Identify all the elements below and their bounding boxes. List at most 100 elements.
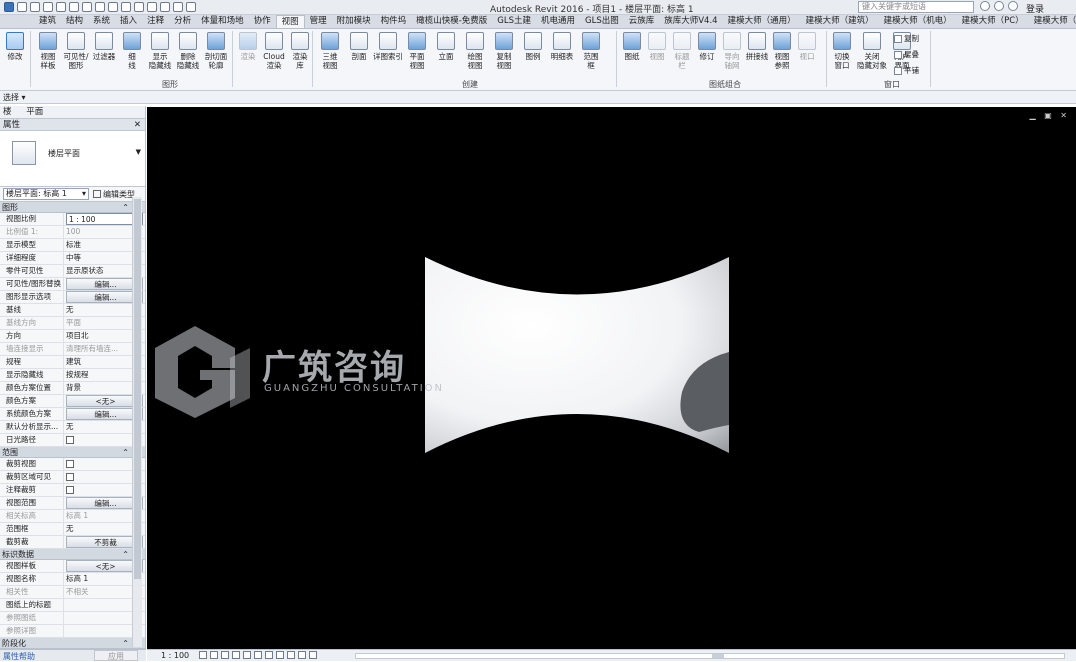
create-button-3[interactable]: 平面 视图 <box>405 32 429 70</box>
presentation-button-0[interactable]: 渲染 <box>236 32 260 61</box>
crop-view-icon[interactable] <box>243 651 251 659</box>
tab-22[interactable]: 建模大师（ <box>1029 15 1076 28</box>
subscription-icon[interactable] <box>994 1 1004 11</box>
collapse-icon[interactable]: ⌃ <box>122 447 129 458</box>
properties-help-link[interactable]: 属性帮助 <box>3 651 35 662</box>
window-button-1[interactable]: 关闭 隐藏对象 <box>857 32 887 70</box>
revit-app-icon[interactable] <box>4 2 14 12</box>
horizontal-scrollbar[interactable] <box>355 653 1065 659</box>
create-button-2[interactable]: 详图索引 <box>373 32 403 61</box>
tab-20[interactable]: 建模大师（机电） <box>879 15 957 28</box>
close-icon[interactable]: ✕ <box>134 119 141 131</box>
properties-scrollbar[interactable] <box>132 197 142 647</box>
collapse-icon[interactable]: ⌃ <box>122 202 129 213</box>
sheet-button-0[interactable]: 图纸 <box>620 32 644 61</box>
section-icon[interactable] <box>134 2 144 12</box>
sun-path-icon[interactable] <box>221 651 229 659</box>
tab-4[interactable]: 注释 <box>142 15 169 28</box>
tab-2[interactable]: 系统 <box>88 15 115 28</box>
search-icon[interactable] <box>980 1 990 11</box>
detail-level-icon[interactable] <box>199 651 207 659</box>
tab-17[interactable]: 族库大师V4.4 <box>659 15 722 28</box>
type-selector[interactable]: 楼层平面 ▼ <box>0 131 145 187</box>
tab-3[interactable]: 插入 <box>115 15 142 28</box>
analysis-icon[interactable] <box>287 651 295 659</box>
create-button-5[interactable]: 绘图 视图 <box>463 32 487 70</box>
communication-icon[interactable] <box>1008 1 1018 11</box>
print-icon[interactable] <box>69 2 79 12</box>
section-header[interactable]: 图形 ⌃ <box>0 202 145 213</box>
temp-hide-icon[interactable] <box>265 651 273 659</box>
create-button-9[interactable]: 范围 框 <box>579 32 603 70</box>
tab-7[interactable]: 协作 <box>249 15 276 28</box>
search-input[interactable]: 键入关键字或短语 <box>858 1 974 13</box>
graphics-button-3[interactable]: 细 线 <box>120 32 144 70</box>
dimension-icon[interactable] <box>95 2 105 12</box>
tab-14[interactable]: 机电通用 <box>536 15 580 28</box>
create-button-8[interactable]: 明细表 <box>550 32 574 61</box>
visual-style-icon[interactable] <box>210 651 218 659</box>
save-icon[interactable] <box>30 2 40 12</box>
graphics-button-1[interactable]: 可见性/ 图形 <box>63 32 89 70</box>
tab-12[interactable]: 橄榄山快模-免费版 <box>411 15 492 28</box>
tab-13[interactable]: GLS土建 <box>492 15 536 28</box>
sheet-button-4[interactable]: 导向 轴网 <box>720 32 744 70</box>
tab-11[interactable]: 构件坞 <box>376 15 412 28</box>
tab-19[interactable]: 建模大师（建筑） <box>801 15 879 28</box>
view-scale[interactable]: 1 : 100 <box>161 651 189 660</box>
cascade-window-button[interactable]: 层叠 <box>894 49 919 60</box>
undo-icon[interactable] <box>43 2 53 12</box>
edit-type-button[interactable]: 编辑类型 <box>93 189 135 200</box>
close-hidden-icon[interactable] <box>160 2 170 12</box>
tab-6[interactable]: 体量和场地 <box>196 15 249 28</box>
sheet-button-3[interactable]: 修订 <box>695 32 719 61</box>
select-dropdown[interactable]: 选择 ▾ <box>3 92 26 103</box>
tab-8[interactable]: 视图 <box>275 15 305 28</box>
chevron-down-icon[interactable]: ▼ <box>136 148 141 156</box>
tab-1[interactable]: 结构 <box>61 15 88 28</box>
presentation-button-2[interactable]: 渲染 库 <box>288 32 312 70</box>
section-header[interactable]: 阶段化 ⌃ <box>0 638 145 649</box>
checkbox[interactable] <box>66 460 74 468</box>
tab-5[interactable]: 分析 <box>169 15 196 28</box>
create-button-7[interactable]: 图例 <box>521 32 545 61</box>
instance-selector[interactable]: 楼层平面: 标高 1 ▾ <box>3 188 89 200</box>
highlight-icon[interactable] <box>298 651 306 659</box>
window-button-0[interactable]: 切换 窗口 <box>830 32 854 70</box>
sheet-button-7[interactable]: 视口 <box>795 32 819 61</box>
create-button-4[interactable]: 立面 <box>434 32 458 61</box>
thin-lines-icon[interactable] <box>147 2 157 12</box>
sheet-button-1[interactable]: 视图 <box>645 32 669 61</box>
tab-15[interactable]: GLS出图 <box>580 15 624 28</box>
shadows-icon[interactable] <box>232 651 240 659</box>
scrollbar-thumb[interactable] <box>134 199 141 579</box>
presentation-button-1[interactable]: Cloud 渲染 <box>262 32 286 70</box>
create-button-1[interactable]: 剖面 <box>347 32 371 61</box>
graphics-button-6[interactable]: 剖切面 轮廓 <box>204 32 228 70</box>
tab-9[interactable]: 管理 <box>305 15 332 28</box>
crop-region-icon[interactable] <box>254 651 262 659</box>
text-icon[interactable] <box>108 2 118 12</box>
tile-window-button[interactable]: 平铺 <box>894 65 919 76</box>
tab-16[interactable]: 云族库 <box>624 15 660 28</box>
3d-view-icon[interactable] <box>121 2 131 12</box>
scrollbar-thumb[interactable] <box>712 654 724 658</box>
section-header[interactable]: 标识数据 ⌃ <box>0 549 145 560</box>
collapse-icon[interactable]: ⌃ <box>122 638 129 649</box>
graphics-button-2[interactable]: 过滤器 <box>92 32 116 61</box>
tab-10[interactable]: 附加模块 <box>332 15 376 28</box>
tab-0[interactable]: 建筑 <box>34 15 61 28</box>
redo-icon[interactable] <box>56 2 66 12</box>
section-header[interactable]: 范围 ⌃ <box>0 447 145 458</box>
sheet-button-6[interactable]: 视图 参照 <box>770 32 794 70</box>
graphics-button-0[interactable]: 视图 样板 <box>36 32 60 70</box>
modify-button[interactable]: 修改 <box>3 32 27 61</box>
customize-qat-icon[interactable] <box>186 2 196 12</box>
graphics-button-4[interactable]: 显示 隐藏线 <box>148 32 172 70</box>
login-button[interactable]: 登录 <box>1026 2 1044 15</box>
tab-21[interactable]: 建模大师（PC） <box>957 15 1029 28</box>
sheet-button-2[interactable]: 标题 栏 <box>670 32 694 70</box>
checkbox[interactable] <box>66 436 74 444</box>
constraints-icon[interactable] <box>309 651 317 659</box>
create-button-0[interactable]: 三维 视图 <box>318 32 342 70</box>
